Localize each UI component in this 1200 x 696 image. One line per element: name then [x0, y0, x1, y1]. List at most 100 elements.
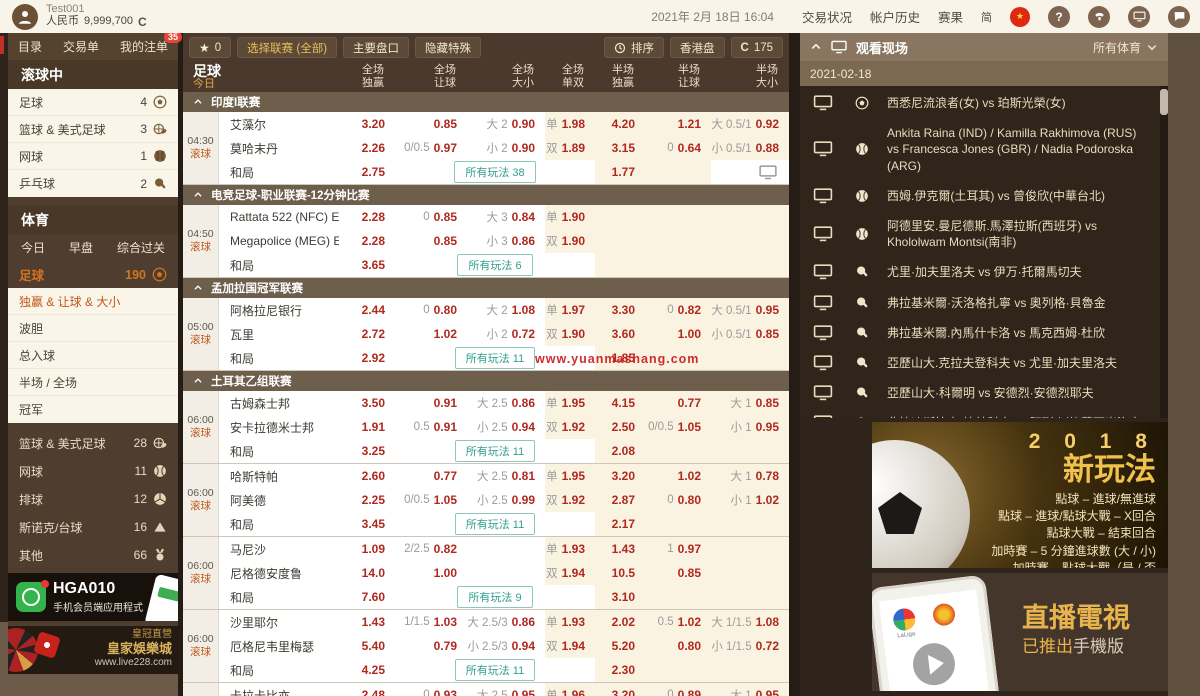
stream-list-item[interactable]: 尤里·加夫里洛夫 vs 伊万·托爾馬切夫: [800, 257, 1168, 287]
draw-label[interactable]: 和局: [219, 164, 339, 181]
odds-cell[interactable]: 1.77: [595, 160, 645, 184]
odds-cell[interactable]: 1.85: [595, 346, 645, 370]
odds-cell[interactable]: 3.20: [595, 464, 645, 488]
lang-toggle[interactable]: 简: [981, 9, 992, 25]
odds-cell[interactable]: 3.50: [339, 391, 395, 415]
team-name[interactable]: 马尼沙: [219, 541, 339, 558]
odds-cell[interactable]: 3.60: [595, 322, 645, 346]
odds-cell[interactable]: 2.30: [595, 658, 645, 682]
all-plays-button[interactable]: 所有玩法 11: [455, 440, 535, 462]
odds-cell[interactable]: 1.09: [339, 537, 395, 561]
odds-type-button[interactable]: 香港盘: [670, 37, 725, 58]
odds-cell[interactable]: 00.93: [395, 683, 467, 696]
odds-cell[interactable]: 2.50: [595, 415, 645, 439]
stream-list-item[interactable]: 阿德里安.曼尼德斯.馬澤拉斯(西班牙) vs Khololwam Montsi(…: [800, 211, 1168, 257]
odds-cell[interactable]: 大 2.50.81: [467, 464, 545, 488]
tab-parlay[interactable]: 综合过关: [117, 239, 165, 256]
tab-today[interactable]: 今日: [21, 239, 45, 256]
odds-cell[interactable]: 1.21: [645, 112, 711, 136]
odds-cell[interactable]: 大 1/1.51.08: [711, 610, 789, 634]
odds-cell[interactable]: 双1.90: [545, 322, 595, 346]
draw-label[interactable]: 和局: [219, 443, 339, 460]
draw-label[interactable]: 和局: [219, 662, 339, 679]
odds-cell[interactable]: 0.79: [395, 634, 467, 658]
odds-cell[interactable]: 单1.96: [545, 683, 595, 696]
stream-list-item[interactable]: 亞歷山大.克拉夫登科夫 vs 尤里·加夫里洛夫: [800, 348, 1168, 378]
odds-cell[interactable]: 00.80: [645, 488, 711, 512]
odds-cell[interactable]: 2.92: [339, 346, 395, 370]
odds-cell[interactable]: 小 20.72: [467, 322, 545, 346]
odds-cell[interactable]: 0.85: [395, 229, 467, 253]
draw-label[interactable]: 和局: [219, 516, 339, 533]
league-header[interactable]: 孟加拉国冠军联赛: [183, 278, 789, 298]
odds-cell[interactable]: 0.85: [645, 561, 711, 585]
team-name[interactable]: 艾藻尔: [219, 116, 339, 133]
draw-label[interactable]: 和局: [219, 589, 339, 606]
odds-cell[interactable]: 双1.92: [545, 488, 595, 512]
all-plays-button[interactable]: 所有玩法 9: [457, 586, 532, 608]
sidebar-live-sport-item[interactable]: 网球1: [8, 143, 178, 170]
odds-cell[interactable]: 2.87: [595, 488, 645, 512]
odds-cell[interactable]: 0.91: [395, 391, 467, 415]
odds-cell[interactable]: 单1.95: [545, 391, 595, 415]
odds-cell[interactable]: 3.30: [595, 298, 645, 322]
refresh-balance-icon[interactable]: C: [138, 16, 147, 29]
odds-cell[interactable]: 1.91: [339, 415, 395, 439]
odds-cell[interactable]: 10.5: [595, 561, 645, 585]
help-icon[interactable]: ?: [1048, 6, 1070, 28]
odds-cell[interactable]: 2.75: [339, 160, 395, 184]
odds-cell[interactable]: 大 2.50.86: [467, 391, 545, 415]
odds-cell[interactable]: 3.65: [339, 253, 395, 277]
draw-label[interactable]: 和局: [219, 350, 339, 367]
select-league-button[interactable]: 选择联赛 (全部): [237, 37, 337, 58]
odds-cell[interactable]: 00.89: [645, 683, 711, 696]
scrollbar-thumb[interactable]: [1160, 89, 1168, 115]
odds-cell[interactable]: 单1.95: [545, 464, 595, 488]
odds-cell[interactable]: 3.20: [339, 112, 395, 136]
sidebar-live-sport-item[interactable]: 足球4: [8, 89, 178, 116]
team-name[interactable]: Rattata 522 (NFC) Esports: [219, 210, 339, 224]
team-name[interactable]: 瓦里: [219, 326, 339, 343]
sort-button[interactable]: 排序: [604, 37, 664, 58]
sidebar-market-item[interactable]: 冠军: [8, 396, 178, 423]
odds-cell[interactable]: 00.64: [645, 136, 711, 160]
odds-cell[interactable]: 大 2.50.95: [467, 683, 545, 696]
odds-cell[interactable]: 小 2.50.94: [467, 415, 545, 439]
team-name[interactable]: 古姆森士邦: [219, 395, 339, 412]
chat-icon[interactable]: [1168, 6, 1190, 28]
china-flag-icon[interactable]: ★: [1010, 7, 1030, 27]
odds-cell[interactable]: 0.50.91: [395, 415, 467, 439]
odds-cell[interactable]: 2.28: [339, 205, 395, 229]
odds-cell[interactable]: 1.00: [395, 561, 467, 585]
odds-cell[interactable]: 5.20: [595, 634, 645, 658]
phone-icon[interactable]: [1088, 6, 1110, 28]
odds-cell[interactable]: 大 0.5/10.95: [711, 298, 789, 322]
odds-cell[interactable]: 00.80: [395, 298, 467, 322]
odds-cell[interactable]: 4.20: [595, 112, 645, 136]
odds-cell[interactable]: 1.43: [595, 537, 645, 561]
odds-cell[interactable]: 大 21.08: [467, 298, 545, 322]
hide-special-button[interactable]: 隐藏特殊: [415, 37, 481, 58]
avatar[interactable]: [12, 4, 38, 30]
stream-list-item[interactable]: 弗拉基米爾·沃洛格扎寧 vs 奧列格·貝魯金: [800, 288, 1168, 318]
all-plays-button[interactable]: 所有玩法 11: [455, 347, 535, 369]
sidebar-tab-menu[interactable]: 目录: [18, 38, 42, 55]
odds-cell[interactable]: 小 2.5/30.94: [467, 634, 545, 658]
odds-cell[interactable]: 4.15: [595, 391, 645, 415]
odds-cell[interactable]: 3.20: [595, 683, 645, 696]
odds-cell[interactable]: 大 2.5/30.86: [467, 610, 545, 634]
odds-cell[interactable]: 2.02: [595, 610, 645, 634]
team-name[interactable]: 哈斯特帕: [219, 468, 339, 485]
odds-cell[interactable]: 1.00: [645, 322, 711, 346]
sidebar-market-item[interactable]: 总入球: [8, 342, 178, 369]
sidebar-other-sport-item[interactable]: 网球11: [8, 457, 178, 485]
odds-cell[interactable]: 2.72: [339, 322, 395, 346]
stream-list-item[interactable]: 弗拉迪斯拉夫·拉赫科夫 vs 阿列克謝.葉爾米洛夫: [800, 408, 1168, 418]
sidebar-other-sport-item[interactable]: 排球12: [8, 485, 178, 513]
stream-list-item[interactable]: 西悉尼流浪者(女) vs 珀斯光榮(女): [800, 88, 1168, 118]
odds-cell[interactable]: 单1.93: [545, 610, 595, 634]
team-name[interactable]: 沙里耶尔: [219, 614, 339, 631]
odds-cell[interactable]: 2.48: [339, 683, 395, 696]
live-tv-mobile-ad[interactable]: LaLiga 直播電視 已推出手機版: [872, 573, 1168, 691]
team-name[interactable]: 厄格尼韦里梅瑟: [219, 638, 339, 655]
